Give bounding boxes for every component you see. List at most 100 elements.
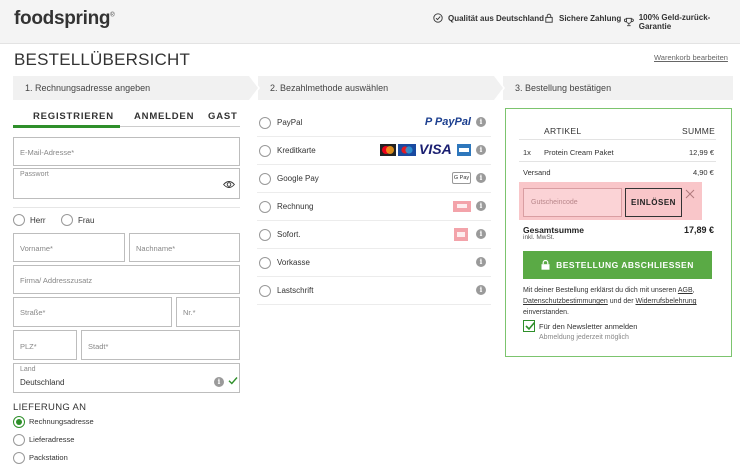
- coupon-placeholder: Gutscheincode: [531, 199, 578, 206]
- payment-label: Vorkasse: [277, 258, 310, 267]
- company-field[interactable]: Firma/ Addresszusatz: [13, 265, 240, 294]
- payment-option-credit-card[interactable]: Kreditkarte VISA i: [257, 137, 491, 165]
- redeem-coupon-button[interactable]: EINLÖSEN: [625, 188, 682, 217]
- info-icon[interactable]: i: [476, 117, 486, 127]
- country-select[interactable]: Land Deutschland i: [13, 363, 240, 393]
- payment-option-google-pay[interactable]: Google Pay G Pay i: [257, 165, 491, 193]
- delivery-packstation-label: Packstation: [29, 453, 68, 462]
- info-icon[interactable]: i: [476, 201, 486, 211]
- legal-text: Mit deiner Bestellung erklärst du dich m…: [523, 287, 677, 294]
- divider: [519, 161, 716, 162]
- email-placeholder: E-Mail-Adresse*: [20, 148, 75, 157]
- shipping-label: Versand: [523, 168, 551, 177]
- newsletter-hint: Abmeldung jederzeit möglich: [539, 334, 629, 341]
- payment-radio[interactable]: [259, 173, 271, 185]
- trophy-icon: [624, 17, 634, 27]
- city-field[interactable]: Stadt*: [81, 330, 240, 360]
- place-order-button[interactable]: BESTELLUNG ABSCHLIESSEN: [523, 251, 712, 279]
- payment-radio[interactable]: [259, 257, 271, 269]
- tab-guest[interactable]: GAST: [208, 111, 238, 122]
- salutation-mr-radio[interactable]: [13, 214, 25, 226]
- column-sum: SUMME: [682, 126, 716, 136]
- mastercard-logo: [380, 144, 396, 156]
- eye-icon[interactable]: [223, 180, 235, 189]
- step-label: 1. Rechnungsadresse angeben: [25, 83, 151, 93]
- info-icon[interactable]: i: [476, 285, 486, 295]
- street-field[interactable]: Straße*: [13, 297, 172, 327]
- agb-link[interactable]: AGB: [678, 287, 693, 294]
- info-icon[interactable]: i: [476, 145, 486, 155]
- place-order-label: BESTELLUNG ABSCHLIESSEN: [556, 260, 694, 270]
- last-name-field[interactable]: Nachname*: [129, 233, 240, 262]
- company-placeholder: Firma/ Addresszusatz: [20, 276, 93, 285]
- trust-label: Sichere Zahlung: [559, 13, 622, 23]
- logo-text: foodspring: [14, 8, 111, 29]
- legal-text: und der: [609, 298, 634, 305]
- info-icon[interactable]: i: [476, 173, 486, 183]
- coupon-input[interactable]: Gutscheincode: [523, 188, 622, 217]
- zip-field[interactable]: PLZ*: [13, 330, 77, 360]
- close-icon[interactable]: [685, 189, 695, 199]
- payment-radio[interactable]: [259, 229, 271, 241]
- tab-active-indicator: [13, 125, 120, 128]
- check-icon: [228, 377, 238, 385]
- payment-radio[interactable]: [259, 145, 271, 157]
- total-tax-note: inkl. MwSt.: [523, 234, 555, 241]
- amex-logo: [457, 144, 471, 156]
- step-billing-address: 1. Rechnungsadresse angeben: [13, 76, 260, 100]
- delivery-packstation-radio[interactable]: [13, 452, 25, 464]
- payment-option-sofort[interactable]: Sofort. i: [257, 221, 491, 249]
- password-label: Passwort: [20, 171, 49, 178]
- payment-option-prepayment[interactable]: Vorkasse i: [257, 249, 491, 277]
- salutation-mrs-radio[interactable]: [61, 214, 73, 226]
- tab-register[interactable]: REGISTRIEREN: [33, 111, 114, 122]
- salutation-mr-label: Herr: [30, 216, 46, 225]
- item-name: Protein Cream Paket: [544, 148, 614, 157]
- sofort-logo: [454, 228, 468, 241]
- item-price: 12,99 €: [689, 148, 715, 157]
- payment-radio[interactable]: [259, 201, 271, 213]
- legal-text: einverstanden.: [523, 309, 569, 316]
- lock-icon: [541, 260, 550, 270]
- house-number-field[interactable]: Nr.*: [176, 297, 240, 327]
- logo-mark: ®: [110, 12, 115, 19]
- edit-cart-link[interactable]: Warenkorb bearbeiten: [654, 53, 728, 62]
- trust-label: 100% Geld-zurück-Garantie: [638, 13, 711, 31]
- country-value: Deutschland: [20, 378, 65, 387]
- item-qty: 1x: [523, 148, 531, 157]
- first-name-placeholder: Vorname*: [20, 244, 53, 253]
- gpay-logo: G Pay: [452, 172, 471, 184]
- payment-label: Kreditkarte: [277, 146, 316, 155]
- city-placeholder: Stadt*: [88, 342, 109, 351]
- info-icon[interactable]: i: [214, 377, 224, 387]
- payment-option-direct-debit[interactable]: Lastschrift i: [257, 277, 491, 305]
- logo[interactable]: foodspring®: [14, 8, 115, 30]
- payment-radio[interactable]: [259, 285, 271, 297]
- check-icon: [525, 321, 536, 331]
- password-field[interactable]: Passwort: [13, 168, 240, 199]
- info-icon[interactable]: i: [476, 229, 486, 239]
- payment-label: PayPal: [277, 118, 303, 127]
- email-field[interactable]: E-Mail-Adresse*: [13, 137, 240, 166]
- payment-label: Lastschrift: [277, 286, 314, 295]
- trust-label: Qualität aus Deutschland: [448, 13, 545, 23]
- payment-option-invoice[interactable]: Rechnung i: [257, 193, 491, 221]
- payment-radio[interactable]: [259, 117, 271, 129]
- delivery-address-radio[interactable]: [13, 434, 25, 446]
- zip-placeholder: PLZ*: [20, 342, 37, 351]
- first-name-field[interactable]: Vorname*: [13, 233, 125, 262]
- legal-notice: Mit deiner Bestellung erklärst du dich m…: [523, 285, 718, 318]
- delivery-billing-radio[interactable]: [13, 416, 25, 428]
- invoice-logo: [453, 201, 471, 212]
- info-icon[interactable]: i: [476, 257, 486, 267]
- legal-text: ,: [692, 287, 695, 294]
- payment-option-paypal[interactable]: PayPal P PayPal i: [257, 109, 491, 137]
- privacy-link[interactable]: Datenschutzbestimmungen: [523, 298, 608, 305]
- last-name-placeholder: Nachname*: [136, 244, 176, 253]
- newsletter-checkbox[interactable]: [523, 320, 536, 332]
- step-confirm-order: 3. Bestellung bestätigen: [503, 76, 733, 100]
- delivery-heading: LIEFERUNG AN: [13, 402, 87, 413]
- withdrawal-link[interactable]: Widerrufsbelehrung: [635, 298, 696, 305]
- tab-login[interactable]: ANMELDEN: [134, 111, 194, 122]
- payment-label: Sofort.: [277, 230, 301, 239]
